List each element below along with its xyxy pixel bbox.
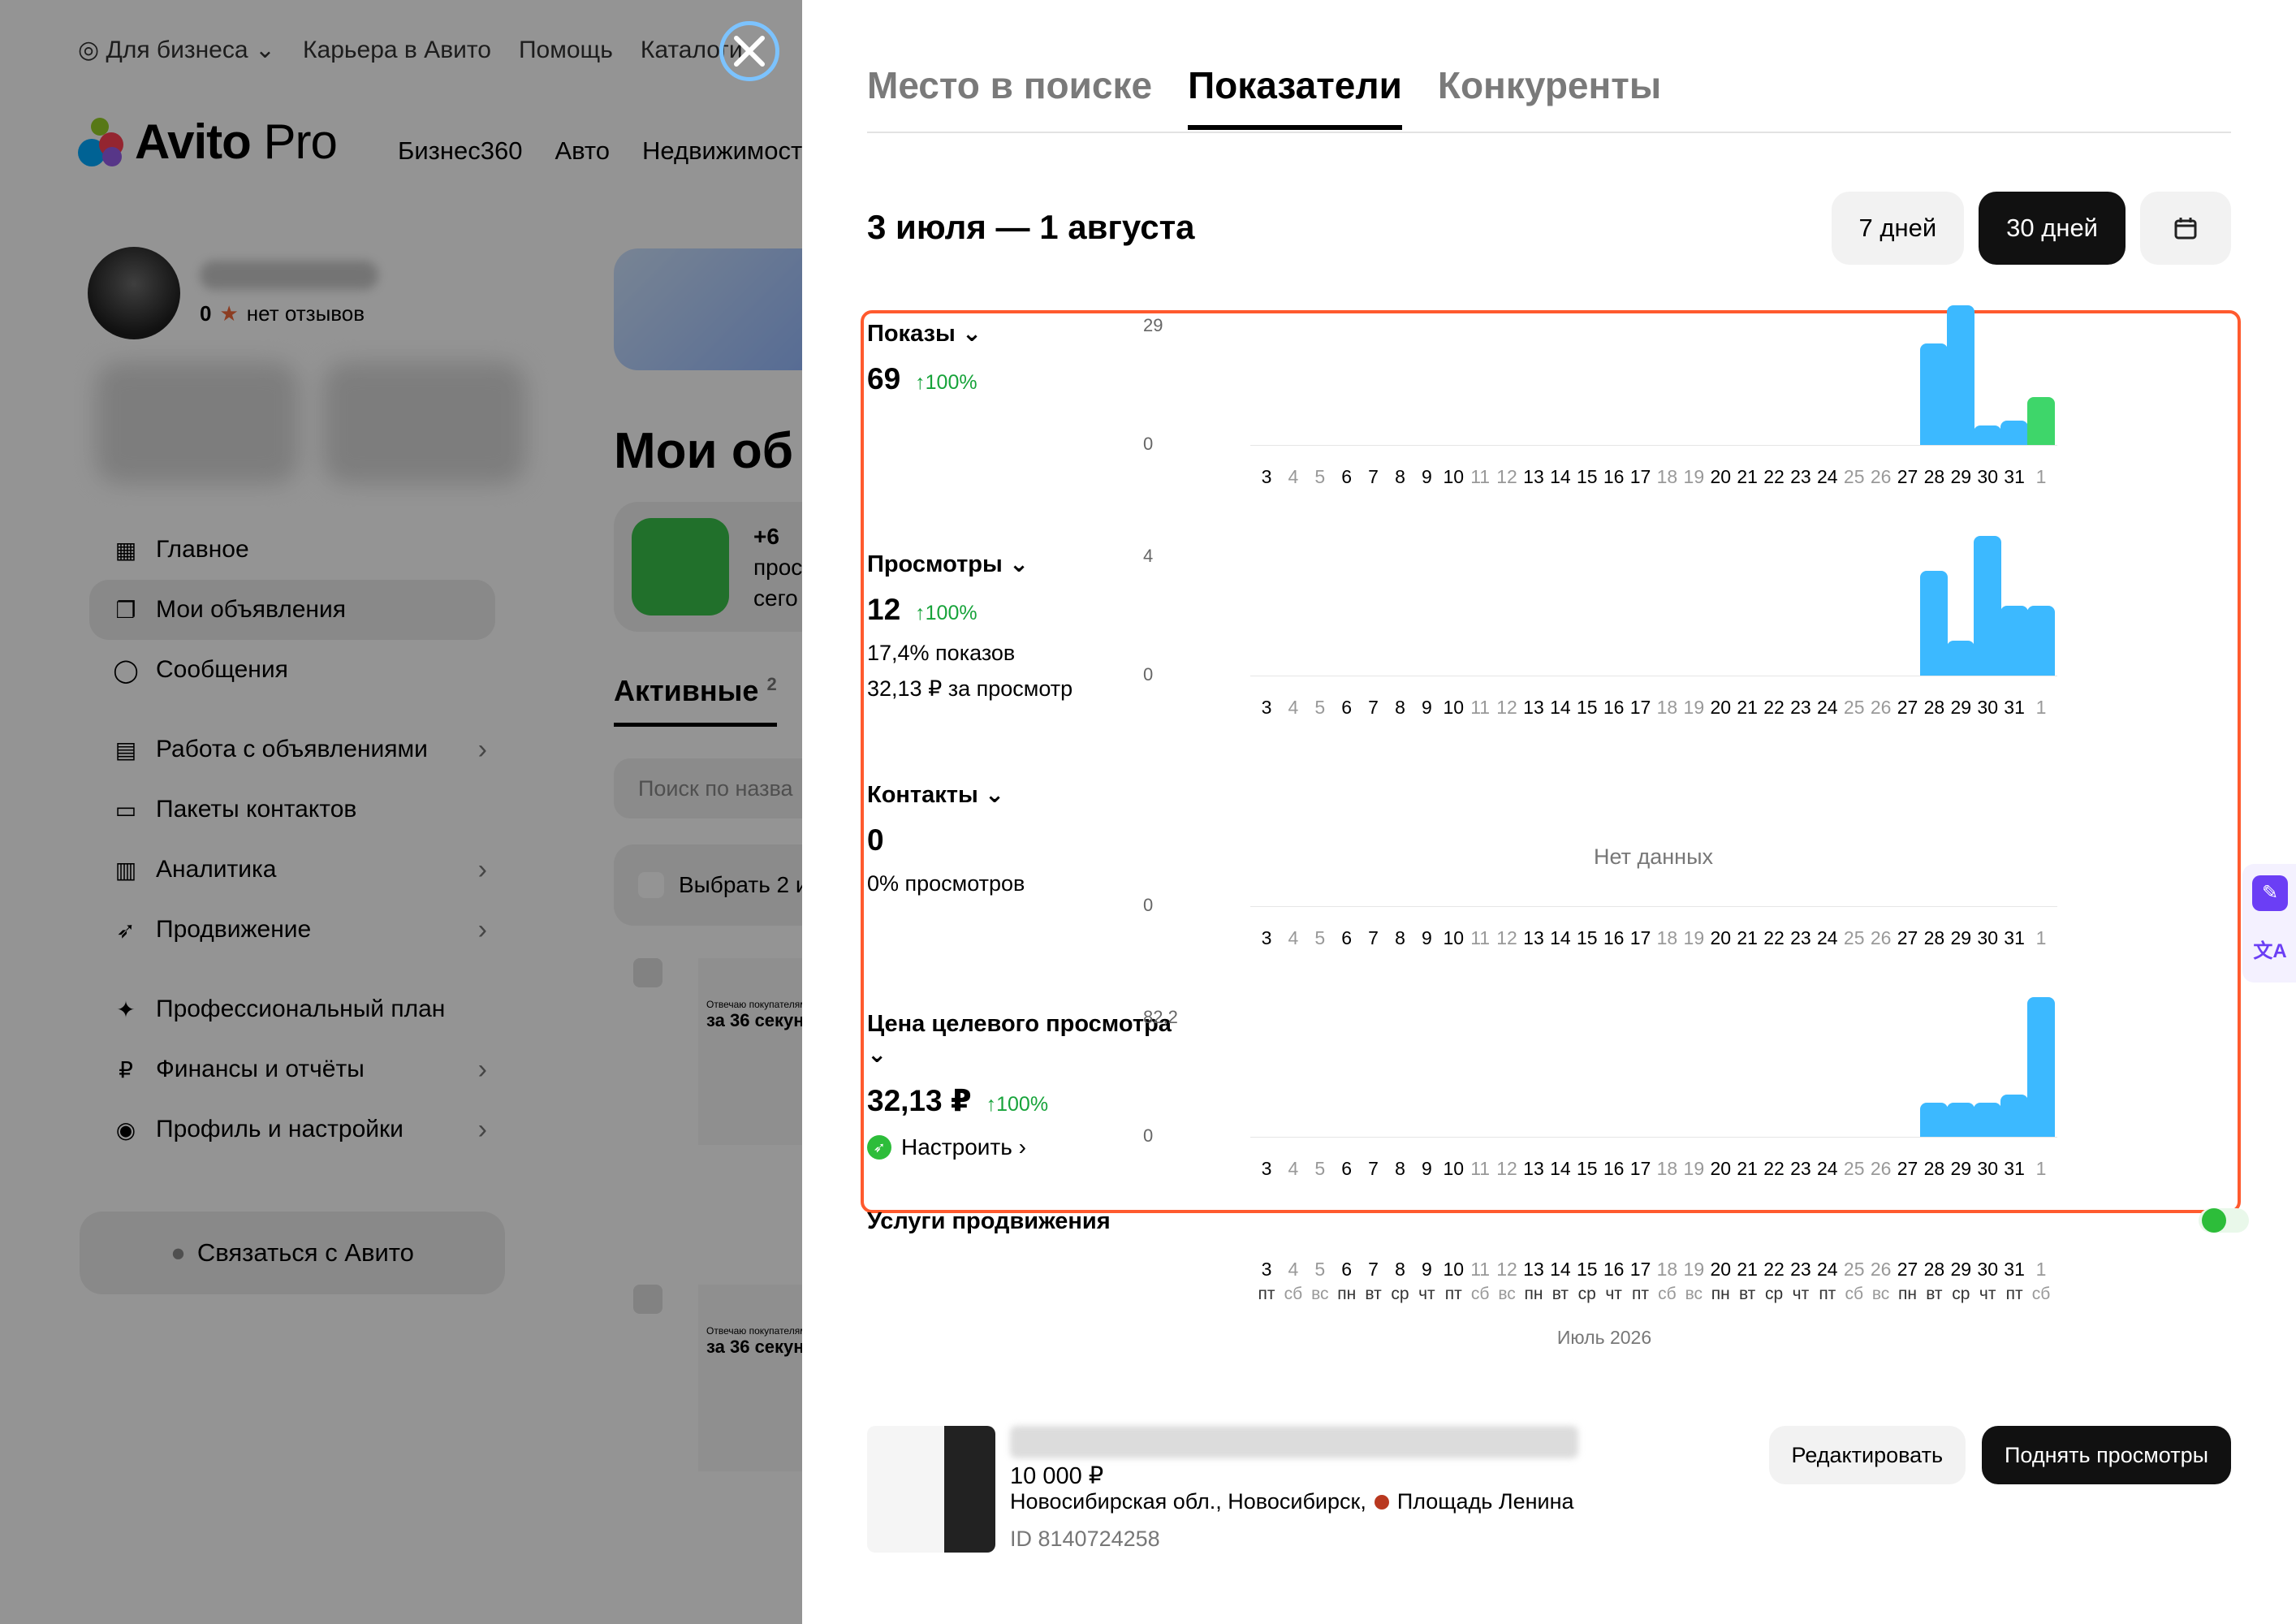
chart-bar[interactable] bbox=[1920, 343, 1949, 445]
modal-overlay[interactable] bbox=[0, 0, 802, 1624]
metric-price-change: ↑100% bbox=[986, 1093, 1049, 1116]
promo-services-title: Услуги продвижения bbox=[867, 1208, 1111, 1234]
x-tick-label: 1 bbox=[2035, 1259, 2047, 1280]
chart-baseline bbox=[1250, 906, 2057, 907]
y-tick-label: 0 bbox=[1143, 895, 1154, 915]
chevron-down-icon: ⌄ bbox=[984, 782, 1005, 808]
calendar-button[interactable] bbox=[2140, 192, 2231, 265]
metric-views-value: 12 bbox=[867, 593, 901, 626]
chart-baseline bbox=[1250, 445, 2057, 446]
calendar-icon bbox=[2174, 218, 2197, 240]
no-data-label: Нет данных bbox=[1594, 844, 1713, 869]
chart-bar[interactable] bbox=[1920, 571, 1949, 676]
chart-bar[interactable] bbox=[2027, 606, 2055, 676]
chart-bar[interactable] bbox=[1947, 1103, 1975, 1137]
metric-contacts-dropdown[interactable]: Контакты ⌄ bbox=[867, 780, 1224, 810]
chart-bar[interactable] bbox=[2000, 421, 2029, 445]
boost-views-button[interactable]: Поднять просмотры bbox=[1982, 1426, 2231, 1484]
date-range-title: 3 июля — 1 августа bbox=[867, 208, 1195, 246]
x-tick-label: 1 bbox=[2035, 466, 2047, 487]
close-icon bbox=[734, 36, 765, 67]
metric-views-dropdown[interactable]: Просмотры ⌄ bbox=[867, 549, 1224, 580]
metric-views-cost: 32,13 ₽ за просмотр bbox=[867, 676, 1073, 701]
chart-bar[interactable] bbox=[1947, 305, 1975, 445]
metric-impressions: Показы ⌄ 69 ↑100% bbox=[867, 318, 1224, 396]
chart-bar[interactable] bbox=[1920, 1103, 1949, 1137]
y-tick-label: 0 bbox=[1143, 434, 1154, 454]
ad-id: ID 8140724258 bbox=[1010, 1527, 1160, 1551]
panel-tabs: Место в поиске Показатели Конкуренты bbox=[867, 63, 1661, 130]
chart-bar[interactable] bbox=[1974, 1103, 2002, 1137]
weekday-label: сб bbox=[2031, 1285, 2051, 1303]
tab-competitors[interactable]: Конкуренты bbox=[1438, 63, 1661, 130]
ad-title-blurred[interactable] bbox=[1010, 1426, 1578, 1458]
chart-bar[interactable] bbox=[1947, 641, 1975, 676]
ad-actions: Редактировать Поднять просмотры bbox=[1768, 1426, 2231, 1484]
period-30-days-button[interactable]: 30 дней bbox=[1979, 192, 2126, 265]
metric-impressions-dropdown[interactable]: Показы ⌄ bbox=[867, 318, 1224, 349]
chevron-down-icon: ⌄ bbox=[961, 321, 982, 347]
x-tick-label: 1 bbox=[2035, 697, 2047, 718]
metric-views: Просмотры ⌄ 12 ↑100% 17,4% показов 32,13 ₽… bbox=[867, 549, 1224, 706]
translate-icon[interactable]: 文A bbox=[2252, 934, 2288, 970]
promo-toggle[interactable] bbox=[2199, 1208, 2249, 1233]
metric-contacts: Контакты ⌄ 0 0% просмотров bbox=[867, 780, 1224, 901]
tab-search-position[interactable]: Место в поиске bbox=[867, 63, 1152, 130]
edit-button[interactable]: Редактировать bbox=[1768, 1426, 1966, 1484]
y-tick-label: 82,2 bbox=[1143, 1007, 1178, 1027]
chart-bar[interactable] bbox=[2027, 997, 2055, 1137]
metric-price-value: 32,13 ₽ bbox=[867, 1084, 972, 1117]
y-tick-label: 0 bbox=[1143, 664, 1154, 685]
metric-views-ratio: 17,4% показов bbox=[867, 641, 1016, 665]
chart-bar[interactable] bbox=[1974, 425, 2002, 445]
chart-bar[interactable] bbox=[2000, 606, 2029, 676]
metric-contacts-ratio: 0% просмотров bbox=[867, 871, 1025, 896]
month-label: Июль 2026 bbox=[1556, 1327, 1652, 1348]
chevron-down-icon: ⌄ bbox=[867, 1042, 887, 1068]
metric-views-change: ↑100% bbox=[915, 602, 978, 624]
chevron-down-icon: ⌄ bbox=[1008, 551, 1029, 577]
feedback-icon[interactable]: ✎ bbox=[2252, 875, 2288, 911]
x-tick-label: 1 bbox=[2035, 1158, 2047, 1179]
y-tick-label: 0 bbox=[1143, 1125, 1154, 1146]
stats-panel: Место в поиске Показатели Конкуренты 3 и… bbox=[802, 0, 2296, 1624]
y-tick-label: 29 bbox=[1143, 315, 1163, 335]
metric-impressions-value: 69 bbox=[867, 362, 901, 395]
ad-location: Новосибирская обл., Новосибирск, Площадь … bbox=[1010, 1489, 1574, 1514]
period-7-days-button[interactable]: 7 дней bbox=[1831, 192, 1965, 265]
x-tick-label: 1 bbox=[2035, 927, 2047, 948]
tabs-divider bbox=[867, 132, 2231, 133]
metric-contacts-value: 0 bbox=[867, 823, 884, 857]
chart-bar[interactable] bbox=[2027, 396, 2055, 445]
ad-price: 10 000 ₽ bbox=[1010, 1463, 1104, 1489]
chart-bar[interactable] bbox=[1974, 536, 2002, 676]
side-widget: ✎ 文A bbox=[2242, 864, 2296, 983]
y-tick-label: 4 bbox=[1143, 546, 1154, 566]
chart-baseline bbox=[1250, 1137, 2057, 1138]
tab-metrics[interactable]: Показатели bbox=[1188, 63, 1402, 130]
close-button[interactable] bbox=[719, 21, 779, 81]
metro-dot-icon bbox=[1374, 1494, 1389, 1510]
chart-bar[interactable] bbox=[2000, 1094, 2029, 1137]
metric-impressions-change: ↑100% bbox=[915, 371, 978, 394]
period-switcher: 7 дней 30 дней bbox=[1831, 192, 2231, 265]
ad-thumbnail[interactable] bbox=[867, 1426, 995, 1553]
rocket-icon: ➶ bbox=[867, 1135, 891, 1160]
